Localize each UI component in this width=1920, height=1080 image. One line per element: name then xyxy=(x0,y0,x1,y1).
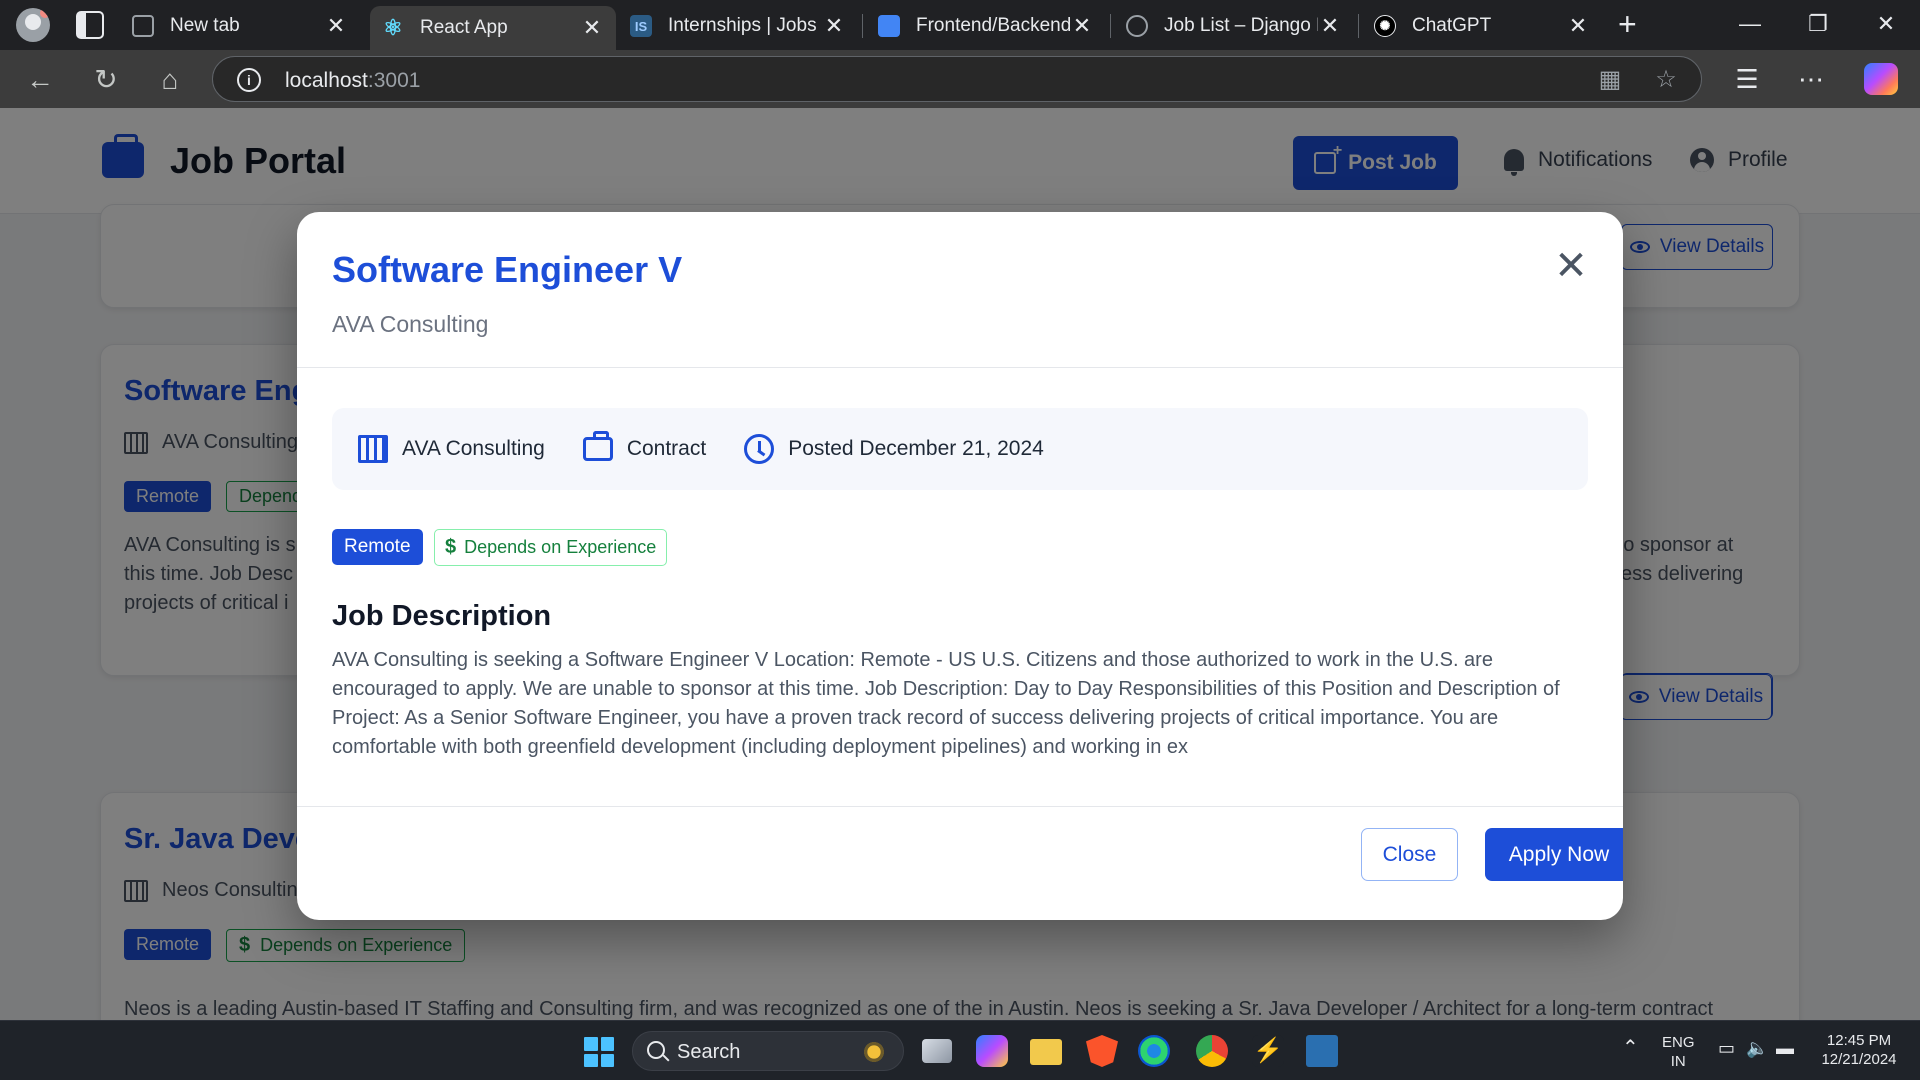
close-window-icon[interactable]: ✕ xyxy=(1866,6,1906,42)
url-input[interactable]: i localhost:3001 ▦ ☆ xyxy=(212,56,1702,102)
volume-icon[interactable]: 🔈 xyxy=(1746,1039,1768,1058)
taskbar-search[interactable]: Search xyxy=(632,1031,904,1071)
battery-icon[interactable]: ▬ xyxy=(1776,1039,1794,1058)
app-available-icon[interactable]: ▦ xyxy=(1597,67,1623,93)
apply-now-button[interactable]: Apply Now xyxy=(1485,828,1623,881)
divider xyxy=(297,806,1623,807)
chrome-icon[interactable] xyxy=(1196,1035,1228,1067)
tab-frontend-backend[interactable]: Frontend/Backend A ✕ xyxy=(866,6,1106,46)
tab-job-list-django[interactable]: Job List – Django RE ✕ xyxy=(1114,6,1354,46)
new-tab-button[interactable]: + xyxy=(1618,8,1637,40)
tab-actions-icon[interactable] xyxy=(76,11,104,39)
search-highlight-icon xyxy=(857,1038,891,1066)
remote-badge: Remote xyxy=(332,529,423,565)
clock-date[interactable]: 12:45 PM 12/21/2024 xyxy=(1814,1031,1904,1069)
browser-tab-strip: New tab ✕ ⚛ React App ✕ IS Internships |… xyxy=(0,0,1920,50)
meta-job-type: Contract xyxy=(582,431,706,461)
modal-company: AVA Consulting xyxy=(332,311,489,337)
divider xyxy=(297,367,1623,368)
home-icon[interactable]: ⌂ xyxy=(152,62,188,98)
building-icon xyxy=(358,435,388,463)
reload-icon[interactable]: ↻ xyxy=(88,62,124,98)
page-content: Job Portal Post Job Notifications Profil… xyxy=(0,108,1920,1020)
tab-internships[interactable]: IS Internships | Jobs | T ✕ xyxy=(618,6,858,46)
site-info-icon[interactable]: i xyxy=(237,68,261,92)
job-meta-panel: AVA Consulting Contract Posted December … xyxy=(332,408,1588,490)
close-tab-icon[interactable]: ✕ xyxy=(822,13,846,39)
tab-new-tab[interactable]: New tab ✕ xyxy=(120,6,360,46)
tab-chatgpt[interactable]: ✺ ChatGPT ✕ xyxy=(1362,6,1602,46)
url-text: localhost:3001 xyxy=(285,69,421,92)
back-icon[interactable]: ← xyxy=(22,62,58,98)
terminal-app-icon[interactable]: ⚡ xyxy=(1252,1035,1284,1067)
profile-avatar-icon[interactable] xyxy=(16,8,50,42)
react-icon: ⚛ xyxy=(383,15,403,40)
tab-react-app[interactable]: ⚛ React App ✕ xyxy=(370,6,616,50)
show-hidden-icons[interactable]: ⌃ xyxy=(1622,1038,1639,1058)
pay-badge: $ Depends on Experience xyxy=(434,529,668,566)
favorites-icon[interactable]: ☰ xyxy=(1730,62,1764,96)
taskbar: Search ⚡ ⌃ ENG IN ▭ 🔈 ▬ 12:45 PM 12/21/2… xyxy=(0,1020,1920,1080)
favorite-star-icon[interactable]: ☆ xyxy=(1653,67,1679,93)
language-indicator[interactable]: ENG IN xyxy=(1662,1033,1695,1071)
newtab-icon xyxy=(132,15,154,37)
clock-icon xyxy=(744,434,775,464)
file-explorer-icon[interactable] xyxy=(1030,1039,1062,1065)
close-button[interactable]: Close xyxy=(1361,828,1458,881)
minimize-icon[interactable]: — xyxy=(1730,6,1770,42)
network-icon[interactable]: ▭ xyxy=(1718,1039,1735,1058)
chatgpt-icon: ✺ xyxy=(1374,15,1396,37)
docs-icon xyxy=(878,15,900,37)
dollar-icon: $ xyxy=(445,536,457,558)
close-tab-icon[interactable]: ✕ xyxy=(1070,13,1094,39)
task-view-icon[interactable] xyxy=(922,1039,952,1063)
address-bar: ← ↻ ⌂ i localhost:3001 ▦ ☆ ☰ ⋯ xyxy=(0,50,1920,108)
close-icon[interactable]: ✕ xyxy=(1553,246,1589,286)
briefcase-icon xyxy=(582,431,613,461)
globe-icon xyxy=(1126,15,1148,37)
is-icon: IS xyxy=(630,15,652,37)
close-tab-icon[interactable]: ✕ xyxy=(1566,13,1590,39)
close-tab-icon[interactable]: ✕ xyxy=(1318,13,1342,39)
more-menu-icon[interactable]: ⋯ xyxy=(1794,62,1828,96)
vscode-icon[interactable] xyxy=(1306,1035,1338,1067)
brave-icon[interactable] xyxy=(1086,1035,1118,1067)
meta-posted-date: Posted December 21, 2024 xyxy=(744,434,1044,464)
job-description-text: AVA Consulting is seeking a Software Eng… xyxy=(332,649,1560,758)
restore-icon[interactable]: ❐ xyxy=(1798,6,1838,42)
modal-title: Software Engineer V xyxy=(332,249,683,290)
job-description-heading: Job Description xyxy=(332,600,552,632)
close-tab-icon[interactable]: ✕ xyxy=(324,13,348,39)
copilot-app-icon[interactable] xyxy=(976,1035,1008,1067)
copilot-icon[interactable] xyxy=(1864,63,1898,95)
search-icon xyxy=(647,1041,665,1059)
edge-icon[interactable] xyxy=(1138,1035,1170,1067)
meta-company: AVA Consulting xyxy=(358,435,545,463)
windows-start-icon[interactable] xyxy=(584,1037,614,1067)
job-details-modal: Software Engineer V AVA Consulting ✕ AVA… xyxy=(297,212,1623,920)
close-tab-icon[interactable]: ✕ xyxy=(580,15,604,41)
